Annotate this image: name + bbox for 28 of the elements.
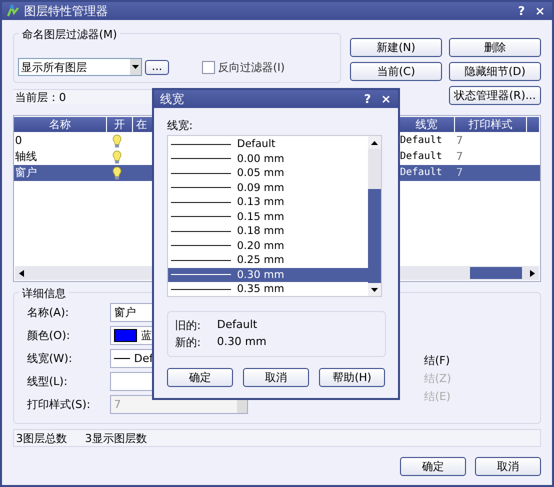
table-cell-text: 轴线 — [14, 149, 38, 165]
checkbox-label: 结(E) — [424, 389, 452, 404]
status-text: 3图层总数 — [16, 430, 67, 446]
status-text: 3显示图层数 — [85, 430, 147, 446]
table-cell-text: Default — [399, 134, 444, 148]
old-value: Default — [217, 318, 258, 333]
table-cell-text: 7 — [455, 133, 464, 149]
checkbox-label: 反向过滤器(I) — [218, 60, 285, 74]
new-value: 0.30 mm — [217, 335, 266, 350]
table-cell-text: Default — [399, 150, 444, 164]
field-label: 线宽: — [167, 118, 194, 132]
checkbox-label: 结(F) — [424, 353, 451, 368]
table-cell-text: 7 — [455, 149, 464, 165]
field-label: 颜色(O): — [27, 328, 71, 342]
table-cell-text: Default — [399, 166, 444, 180]
field-label: 线宽(W): — [27, 350, 74, 366]
field-label: 名称(A): — [27, 304, 70, 320]
window-title: 图层特性管理器 — [24, 2, 109, 20]
field-label: 线型(L): — [27, 374, 68, 388]
old-label: 旧的: — [175, 318, 202, 333]
group-label: 详细信息 — [19, 286, 69, 301]
field-label: 打印样式(S): — [27, 396, 92, 412]
table-cell-text: 0 — [14, 133, 23, 149]
checkbox-label: 结(Z) — [424, 371, 452, 386]
group-label: 命名图层过滤器(M) — [19, 27, 120, 42]
table-cell-text: 窗户 — [14, 165, 38, 181]
new-label: 新的: — [175, 335, 202, 350]
table-cell-text: 7 — [455, 165, 464, 181]
